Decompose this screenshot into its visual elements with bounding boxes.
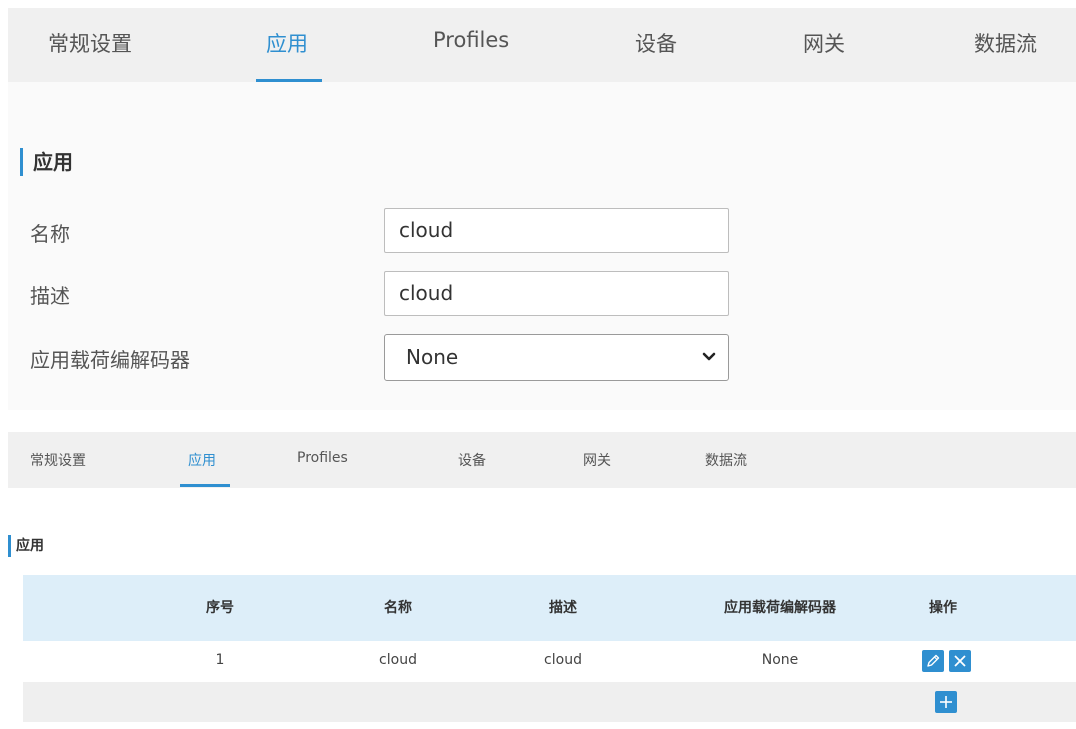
tab-gateways[interactable]: 网关 [803,28,845,58]
payload-codec-select[interactable]: None [384,334,729,381]
section-title: 应用 [8,535,44,557]
tab-profiles[interactable]: Profiles [433,28,509,52]
column-header-description: 描述 [549,600,577,616]
tab-applications[interactable]: 应用 [266,28,308,58]
row-description: cloud [544,652,582,668]
tab-data-streams[interactable]: 数据流 [705,450,747,470]
chevron-down-icon [702,352,716,361]
column-header-payload-codec: 应用载荷编解码器 [724,600,836,616]
row-name: cloud [379,652,417,668]
description-label: 描述 [30,284,70,308]
delete-button[interactable] [949,650,971,672]
name-input[interactable]: cloud [384,208,729,253]
delete-icon [954,655,966,667]
tab-bar: 常规设置 应用 Profiles 设备 网关 数据流 [8,8,1076,82]
row-payload-codec: None [761,652,799,668]
add-button[interactable] [935,691,957,713]
section-title: 应用 [20,148,73,176]
tab-general-settings[interactable]: 常规设置 [30,450,86,470]
edit-icon [927,654,940,667]
column-header-actions: 操作 [929,600,957,616]
row-index: 1 [215,652,225,668]
active-tab-underline [180,484,230,487]
tab-data-streams[interactable]: 数据流 [974,28,1037,58]
description-input[interactable]: cloud [384,271,729,316]
table-row: 1 cloud cloud None [23,641,1076,682]
payload-codec-label: 应用载荷编解码器 [30,348,190,372]
tab-devices[interactable]: 设备 [635,28,677,58]
column-header-index: 序号 [206,600,234,616]
tab-general-settings[interactable]: 常规设置 [48,28,132,58]
name-label: 名称 [30,222,70,246]
tab-profiles[interactable]: Profiles [297,450,348,466]
add-icon [940,696,952,708]
tab-applications[interactable]: 应用 [188,450,216,470]
form-area: 应用 名称 cloud 描述 cloud 应用载荷编解码器 None [8,82,1076,410]
tab-devices[interactable]: 设备 [458,450,486,470]
app-edit-panel: 常规设置 应用 Profiles 设备 网关 数据流 应用 名称 cloud 描… [8,8,1076,410]
app-list-panel: 常规设置 应用 Profiles 设备 网关 数据流 应用 序号 名称 描述 应… [8,432,1076,729]
column-header-name: 名称 [384,600,412,616]
payload-codec-value: None [406,345,459,369]
tab-gateways[interactable]: 网关 [583,450,611,470]
add-row [23,682,1076,722]
edit-button[interactable] [922,650,944,672]
tab-bar: 常规设置 应用 Profiles 设备 网关 数据流 [8,432,1076,488]
table-header: 序号 名称 描述 应用载荷编解码器 操作 [23,575,1076,641]
